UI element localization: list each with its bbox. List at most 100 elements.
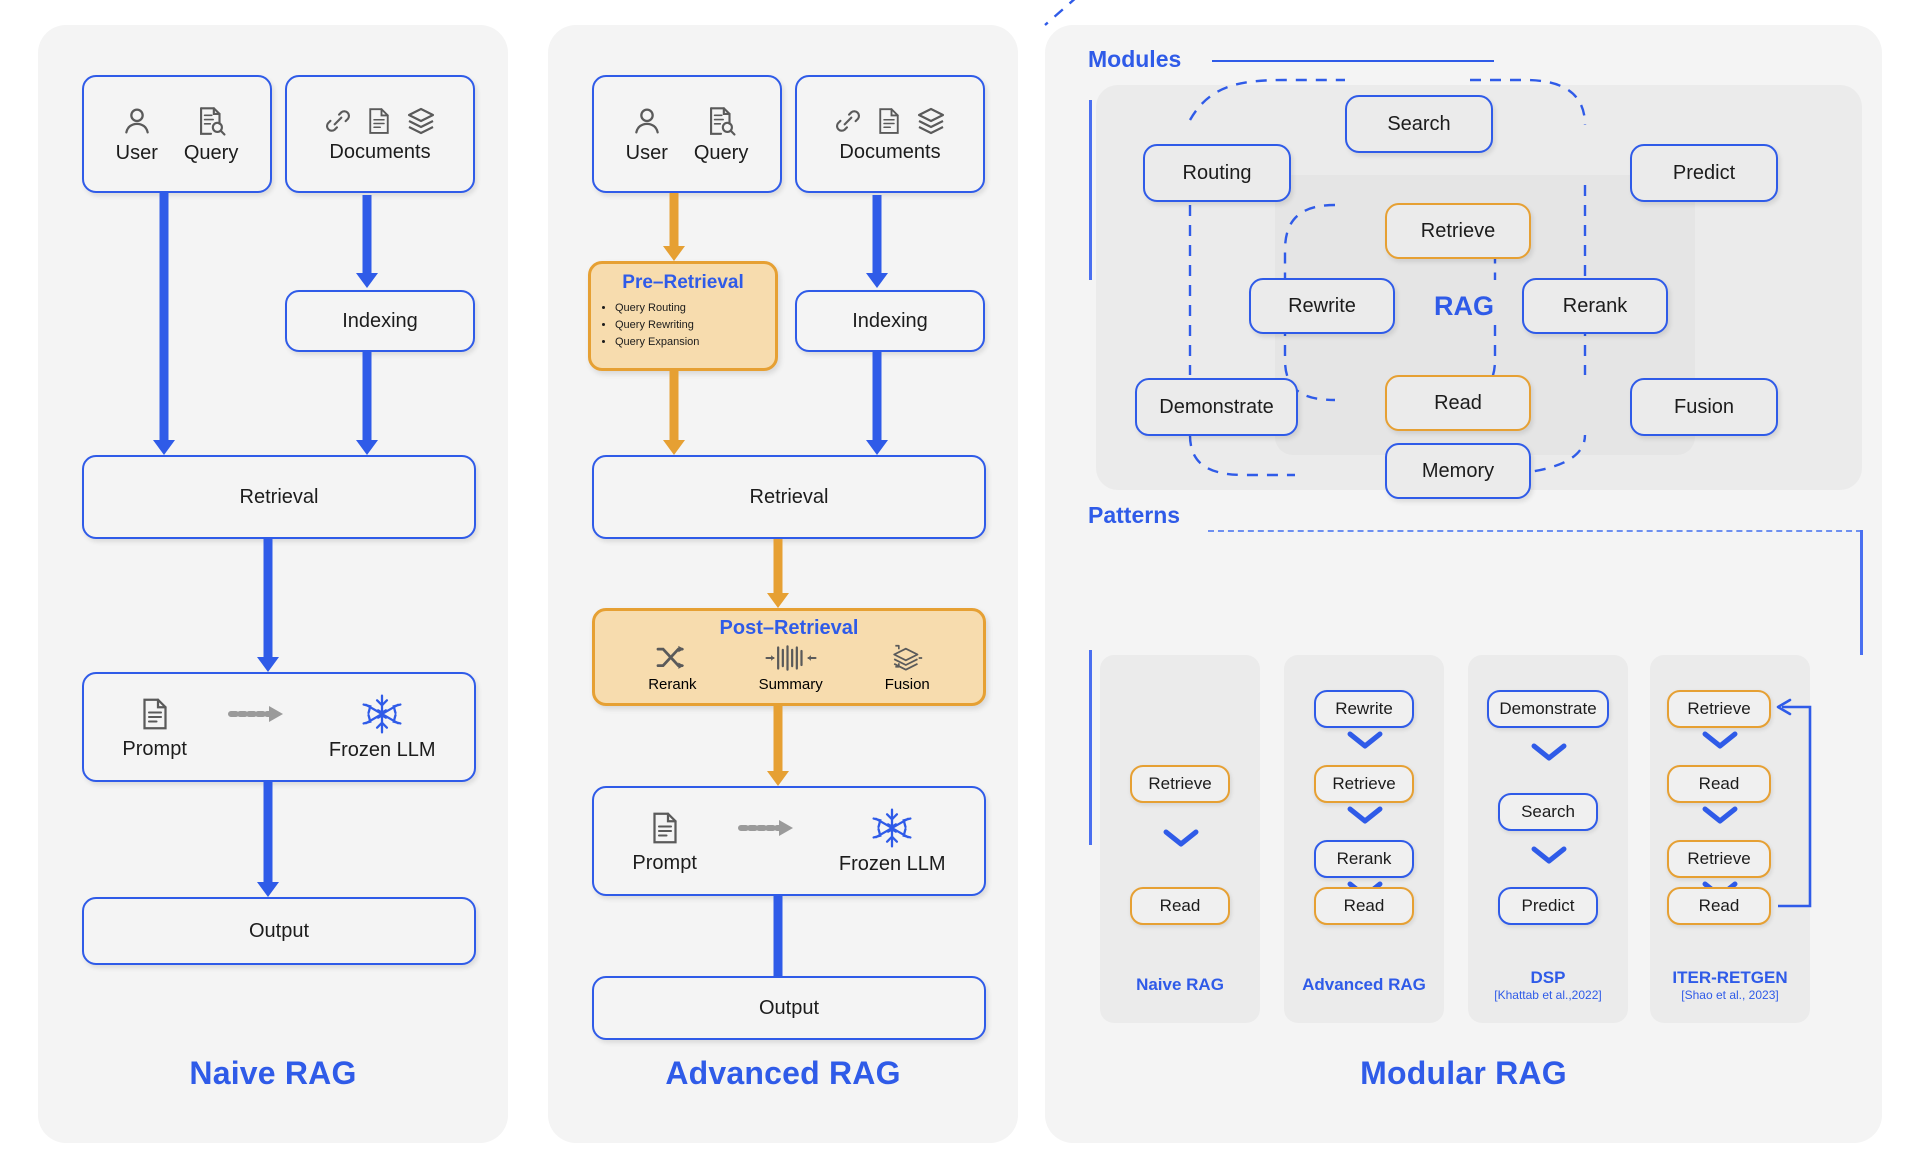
module-memory[interactable]: Memory xyxy=(1385,443,1531,499)
pattern-step-retrieve[interactable]: Retrieve xyxy=(1130,765,1230,803)
module-label: Routing xyxy=(1182,161,1252,184)
naive-retrieval-node[interactable]: Retrieval xyxy=(82,455,476,539)
naive-query-label: Query xyxy=(183,141,239,164)
post-retrieval-item-label: Rerank xyxy=(648,676,697,693)
pattern-step-retrieve[interactable]: Retrieve xyxy=(1667,690,1771,728)
pattern-step-predict[interactable]: Predict xyxy=(1498,887,1598,925)
pattern-name-naive: Naive RAG xyxy=(1136,975,1224,994)
advanced-arrow-indexing-retrieval xyxy=(865,352,889,455)
advanced-arrow-postretrieval-prompt xyxy=(766,706,790,786)
advanced-post-retrieval-title: Post–Retrieval xyxy=(719,617,859,639)
advanced-indexing-node[interactable]: Indexing xyxy=(795,290,985,352)
naive-prompt-llm-node[interactable]: Prompt Frozen LLM xyxy=(82,672,476,782)
advanced-pre-retrieval-node[interactable]: Pre–Retrieval Query Routing Query Rewrit… xyxy=(588,261,778,371)
advanced-arrow-query-preretrieval xyxy=(662,193,686,261)
pattern-step-label: Read xyxy=(1343,896,1385,915)
advanced-rag-title: Advanced RAG xyxy=(665,1055,901,1091)
chevron-down-icon xyxy=(1531,845,1567,867)
patterns-left-bracket xyxy=(1089,650,1092,845)
pattern-step-retrieve[interactable]: Retrieve xyxy=(1667,840,1771,878)
arrow-right-icon xyxy=(227,704,287,724)
pattern-name-advanced: Advanced RAG xyxy=(1302,975,1426,994)
naive-output-node[interactable]: Output xyxy=(82,897,476,965)
modules-left-bracket xyxy=(1089,100,1092,280)
pattern-cite-iter-retgen: [Shao et al., 2023] xyxy=(1681,988,1779,1002)
pattern-cite-dsp: [Khattab et al.,2022] xyxy=(1494,988,1602,1002)
pattern-step-label: Retrieve xyxy=(1332,774,1396,793)
naive-indexing-node[interactable]: Indexing xyxy=(285,290,475,352)
document-icon xyxy=(137,694,173,734)
pre-retrieval-item: Query Rewriting xyxy=(615,317,765,334)
pattern-name-dsp: DSP xyxy=(1530,968,1566,987)
chevron-down-icon xyxy=(1347,730,1383,752)
module-label: Read xyxy=(1434,391,1482,414)
pattern-step-read[interactable]: Read xyxy=(1314,887,1414,925)
module-rewrite[interactable]: Rewrite xyxy=(1249,278,1395,334)
patterns-section-rule xyxy=(1208,530,1862,532)
pattern-step-rerank[interactable]: Rerank xyxy=(1314,840,1414,878)
advanced-output-node[interactable]: Output xyxy=(592,976,986,1040)
advanced-arrow-preretrieval-retrieval xyxy=(662,371,686,455)
module-label: Fusion xyxy=(1673,395,1735,418)
pattern-step-label: Read xyxy=(1698,774,1740,793)
layers-icon xyxy=(404,105,438,137)
chevron-down-icon xyxy=(1702,805,1738,827)
module-routing[interactable]: Routing xyxy=(1143,144,1291,202)
pattern-step-demonstrate[interactable]: Demonstrate xyxy=(1487,690,1609,728)
module-label: Retrieve xyxy=(1420,219,1496,242)
pattern-step-label: Rewrite xyxy=(1335,699,1393,718)
modules-section-label: Modules xyxy=(1088,46,1182,72)
document-icon xyxy=(874,105,904,137)
document-icon xyxy=(364,105,394,137)
advanced-documents-node[interactable]: Documents xyxy=(795,75,985,193)
document-search-icon xyxy=(194,104,228,138)
pattern-step-retrieve[interactable]: Retrieve xyxy=(1314,765,1414,803)
naive-user-query-node[interactable]: User Query xyxy=(82,75,272,193)
advanced-arrow-retrieval-postretrieval xyxy=(766,539,790,608)
naive-frozen-llm-label: Frozen LLM xyxy=(328,738,436,761)
module-label: Rewrite xyxy=(1288,294,1356,317)
naive-arrow-documents-indexing xyxy=(355,195,379,288)
pattern-step-read[interactable]: Read xyxy=(1667,887,1771,925)
advanced-post-retrieval-node[interactable]: Post–Retrieval Rerank Summary Fusion xyxy=(592,608,986,706)
link-icon xyxy=(322,105,354,137)
pattern-step-label: Retrieve xyxy=(1687,699,1751,718)
module-search[interactable]: Search xyxy=(1345,95,1493,153)
naive-documents-node[interactable]: Documents xyxy=(285,75,475,193)
link-icon xyxy=(832,105,864,137)
naive-arrow-indexing-retrieval xyxy=(355,352,379,455)
shuffle-icon xyxy=(655,644,689,672)
naive-output-label: Output xyxy=(248,919,310,942)
pattern-step-label: Read xyxy=(1159,896,1201,915)
advanced-prompt-llm-node[interactable]: Prompt Frozen LLM xyxy=(592,786,986,896)
pattern-step-search[interactable]: Search xyxy=(1498,793,1598,831)
chevron-down-icon xyxy=(1163,828,1199,850)
module-label: Demonstrate xyxy=(1159,395,1274,418)
document-icon xyxy=(647,808,683,848)
advanced-arrow-documents-indexing xyxy=(865,195,889,288)
pattern-step-rewrite[interactable]: Rewrite xyxy=(1314,690,1414,728)
advanced-user-label: User xyxy=(625,141,668,164)
advanced-query-label: Query xyxy=(693,141,749,164)
module-fusion[interactable]: Fusion xyxy=(1630,378,1778,436)
advanced-retrieval-label: Retrieval xyxy=(749,485,829,508)
naive-arrow-retrieval-prompt xyxy=(256,539,280,672)
patterns-section-label: Patterns xyxy=(1088,502,1181,528)
layers-merge-icon xyxy=(889,644,925,672)
advanced-retrieval-node[interactable]: Retrieval xyxy=(592,455,986,539)
module-demonstrate[interactable]: Demonstrate xyxy=(1135,378,1298,436)
module-predict[interactable]: Predict xyxy=(1630,144,1778,202)
snowflake-icon xyxy=(361,693,403,735)
module-label: Rerank xyxy=(1562,294,1628,317)
module-rerank[interactable]: Rerank xyxy=(1522,278,1668,334)
module-label: Search xyxy=(1387,112,1451,135)
module-retrieve[interactable]: Retrieve xyxy=(1385,203,1531,259)
pattern-step-read[interactable]: Read xyxy=(1130,887,1230,925)
advanced-user-query-node[interactable]: User Query xyxy=(592,75,782,193)
rag-center-label: RAG xyxy=(1434,291,1494,321)
pattern-step-read[interactable]: Read xyxy=(1667,765,1771,803)
post-retrieval-item-label: Fusion xyxy=(884,676,930,693)
module-read[interactable]: Read xyxy=(1385,375,1531,431)
pattern-step-label: Demonstrate xyxy=(1499,699,1597,718)
naive-retrieval-label: Retrieval xyxy=(239,485,319,508)
